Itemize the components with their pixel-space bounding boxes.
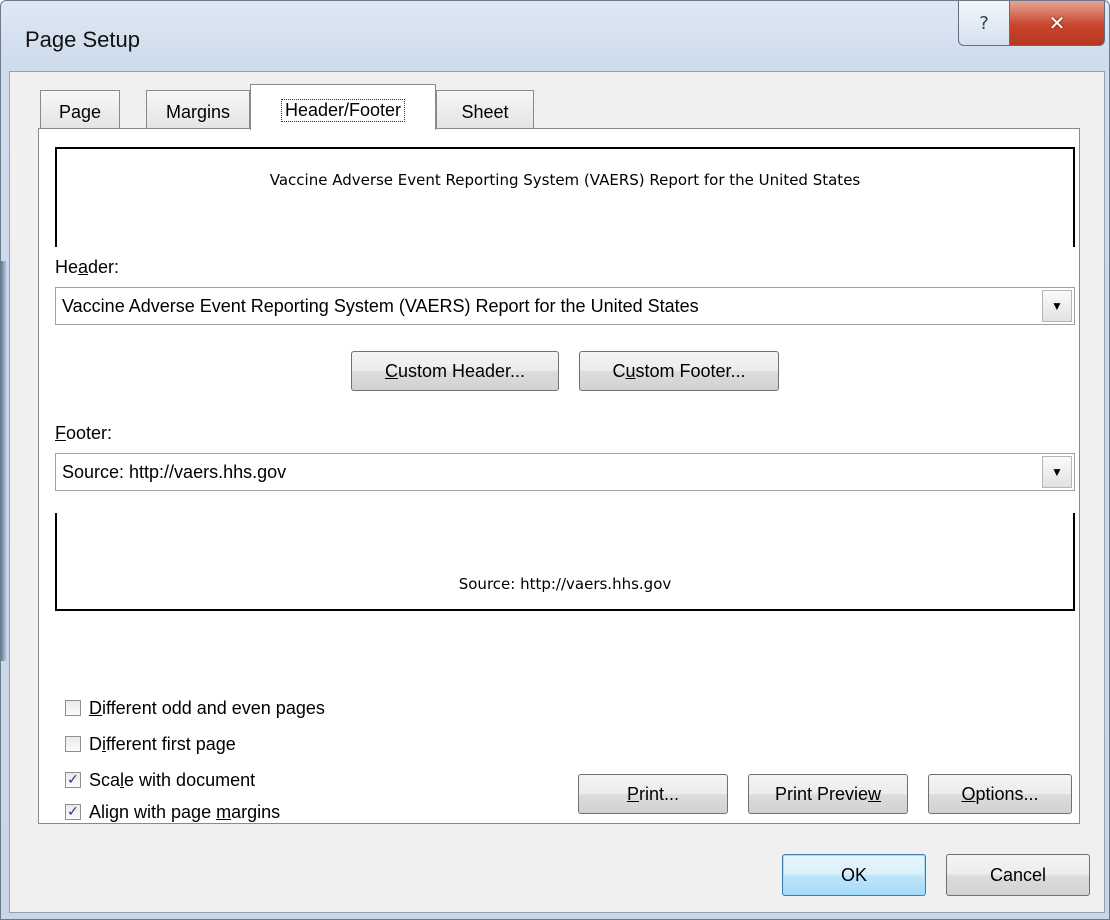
- header-preview: Vaccine Adverse Event Reporting System (…: [55, 147, 1075, 247]
- header-select-value: Vaccine Adverse Event Reporting System (…: [62, 296, 699, 316]
- footer-select-value: Source: http://vaers.hhs.gov: [62, 462, 287, 482]
- dialog-title: Page Setup: [25, 27, 140, 52]
- option-first-page-label: Different first page: [89, 733, 236, 754]
- footer-label: Footer:: [55, 423, 112, 444]
- footer-preview: Source: http://vaers.hhs.gov: [55, 513, 1075, 611]
- cancel-button[interactable]: Cancel: [946, 854, 1090, 896]
- print-preview-label: Print Previe: [774, 783, 869, 804]
- ok-label: OK: [840, 864, 867, 885]
- custom-header-mnemonic: C: [384, 360, 398, 381]
- checkbox-odd-even[interactable]: [65, 700, 81, 716]
- footer-dropdown-arrow-icon[interactable]: ▼: [1042, 456, 1072, 488]
- checkmark-icon: ✓: [67, 772, 79, 788]
- option-align-label: Align with page margins: [89, 801, 281, 822]
- page-setup-dialog: Page Setup ? ✕ Page Margins Header/Foote…: [0, 0, 1110, 920]
- tab-header-footer[interactable]: Header/Footer: [250, 84, 436, 130]
- tab-margins[interactable]: Margins: [146, 90, 250, 128]
- print-preview-mnemonic: w: [868, 783, 882, 804]
- checkbox-first-page[interactable]: [65, 736, 81, 752]
- tab-margins-label: Margins: [165, 102, 231, 122]
- checkmark-icon: ✓: [67, 804, 79, 820]
- cancel-label: Cancel: [989, 864, 1047, 885]
- print-mnemonic: P: [626, 783, 639, 804]
- header-label-part2: der:: [88, 257, 120, 277]
- ok-button[interactable]: OK: [782, 854, 926, 896]
- tab-sheet-label: Sheet: [461, 102, 509, 122]
- custom-header-label: ustom Header...: [397, 360, 526, 381]
- close-button[interactable]: ✕: [1009, 1, 1105, 46]
- option-align-with-margins[interactable]: ✓ Align with page margins: [65, 801, 281, 822]
- options-mnemonic: O: [961, 783, 976, 804]
- custom-footer-button[interactable]: Cu stom Footer...: [579, 351, 779, 391]
- tab-page[interactable]: Page: [40, 90, 120, 128]
- header-label: Header:: [55, 257, 119, 278]
- print-preview-button[interactable]: Print Previe w: [748, 774, 908, 814]
- close-icon: ✕: [1048, 11, 1066, 35]
- tab-sheet[interactable]: Sheet: [436, 90, 534, 128]
- option-different-odd-even[interactable]: Different odd and even pages: [65, 695, 325, 721]
- custom-footer-mnemonic: u: [625, 360, 636, 381]
- dialog-client-area: Page Margins Header/Footer Sheet Vaccine…: [9, 71, 1105, 913]
- checkbox-scale-with-document[interactable]: ✓: [65, 772, 81, 788]
- footer-label-mnemonic: F: [55, 423, 66, 443]
- option-scale-label: Scale with document: [89, 769, 256, 790]
- custom-header-button[interactable]: Custom Header...: [351, 351, 559, 391]
- header-footer-panel: Vaccine Adverse Event Reporting System (…: [38, 128, 1080, 824]
- custom-footer-label-part2: stom Footer...: [635, 360, 746, 381]
- header-select[interactable]: Vaccine Adverse Event Reporting System (…: [55, 287, 1075, 325]
- help-button[interactable]: ?: [958, 1, 1010, 46]
- checkbox-align-with-margins[interactable]: ✓: [65, 804, 81, 820]
- custom-footer-label-part1: C: [612, 360, 626, 381]
- window-edge: [1, 261, 7, 661]
- help-icon: ?: [979, 12, 989, 34]
- footer-label-text: ooter:: [66, 423, 113, 443]
- print-label: rint...: [639, 783, 680, 804]
- option-different-first-page[interactable]: Different first page: [65, 731, 236, 757]
- footer-preview-text: Source: http://vaers.hhs.gov: [458, 575, 672, 593]
- option-odd-even-label: Different odd and even pages: [89, 697, 325, 718]
- header-preview-text: Vaccine Adverse Event Reporting System (…: [269, 171, 861, 189]
- header-dropdown-arrow-icon[interactable]: ▼: [1042, 290, 1072, 322]
- footer-select[interactable]: Source: http://vaers.hhs.gov ▼: [55, 453, 1075, 491]
- tab-header-footer-label: Header/Footer: [280, 99, 406, 122]
- header-label-part1: He: [55, 257, 79, 277]
- options-button[interactable]: Options...: [928, 774, 1072, 814]
- option-scale-with-document[interactable]: ✓ Scale with document: [65, 767, 255, 793]
- options-label: ptions...: [975, 783, 1039, 804]
- print-button[interactable]: Print...: [578, 774, 728, 814]
- header-label-mnemonic: a: [78, 257, 89, 277]
- tab-page-label: Page: [58, 102, 102, 122]
